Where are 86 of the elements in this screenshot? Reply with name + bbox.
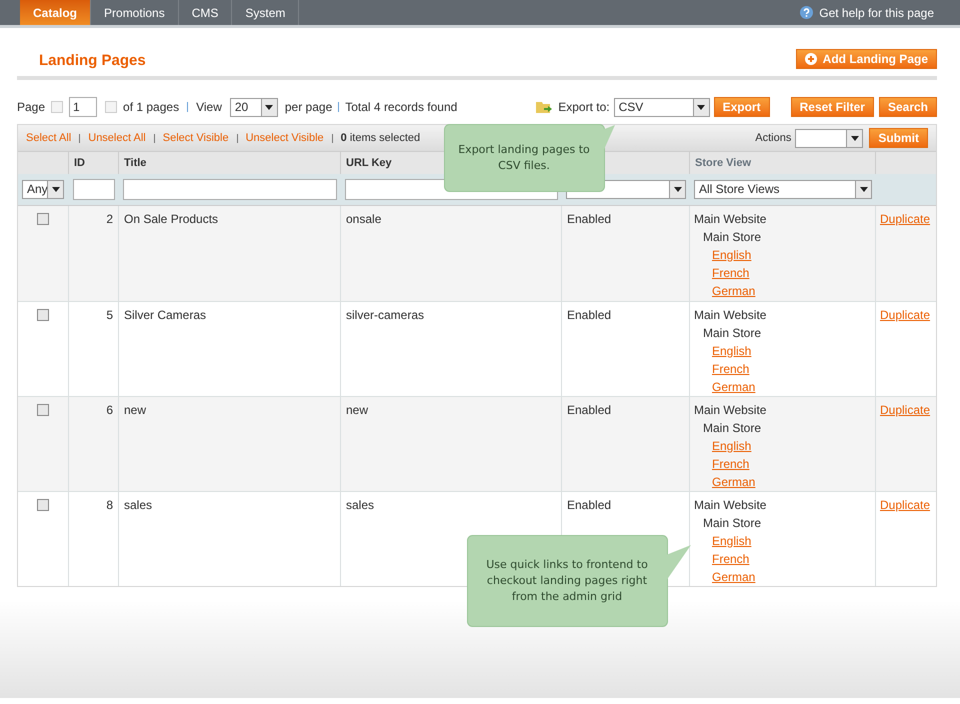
column-header[interactable]: URL Key [346, 154, 392, 172]
records-total: Total 4 records found [345, 99, 458, 116]
view-label: View [196, 99, 222, 116]
page-field[interactable]: 1 [69, 97, 98, 117]
website-name: Main Website [694, 211, 766, 228]
help-icon [800, 6, 814, 19]
id-cell: 8 [106, 498, 113, 512]
tooltip-text: Use quick links to frontend to checkout landing pages right from the admin grid [485, 557, 649, 605]
per-page-label: per page [284, 99, 332, 116]
duplicate-link[interactable]: Duplicate [880, 212, 930, 226]
store-name: Main Store [702, 229, 762, 246]
url-key-cell: new [346, 403, 368, 417]
nav-tab[interactable]: CMS [178, 0, 232, 25]
title-cell: sales [124, 498, 152, 512]
id-cell: 2 [106, 212, 113, 226]
store-view-link[interactable]: German [694, 568, 756, 586]
submit-button[interactable]: Submit [869, 128, 928, 148]
massaction-link[interactable]: Select Visible [162, 130, 229, 146]
store-view-link[interactable]: English [694, 342, 752, 360]
actions-label: Actions [755, 130, 792, 146]
row-checkbox[interactable] [37, 499, 49, 511]
status-cell: Enabled [567, 498, 612, 512]
tooltip-text: Export landing pages to CSV files. [457, 142, 591, 174]
checkbox-filter-select[interactable]: Any [22, 180, 64, 199]
export-button[interactable]: Export [714, 97, 770, 117]
store-view-link[interactable]: French [694, 550, 750, 568]
massaction-link[interactable]: Unselect Visible [246, 130, 324, 146]
row-checkbox[interactable] [37, 309, 49, 321]
website-name: Main Website [694, 402, 766, 419]
url-key-cell: silver-cameras [346, 308, 424, 322]
massaction-link[interactable]: Select All [26, 130, 72, 146]
selected-count: 0 items selected [340, 130, 420, 146]
title-filter-field[interactable] [123, 179, 337, 200]
help-link[interactable]: Get help for this page [819, 4, 934, 22]
previous-page-icon[interactable] [51, 101, 64, 113]
column-header[interactable]: ID [74, 154, 85, 172]
store-name: Main Store [702, 325, 762, 342]
id-cell: 5 [106, 308, 113, 322]
store-view-link[interactable]: English [694, 532, 752, 550]
column-header[interactable]: Title [124, 154, 146, 172]
massaction-link[interactable]: Unselect All [88, 130, 146, 146]
store-name: Main Store [702, 420, 762, 437]
store-name: Main Store [702, 515, 762, 532]
next-page-icon[interactable] [105, 101, 118, 113]
reset-filter-button[interactable]: Reset Filter [790, 97, 874, 117]
add-landing-page-button[interactable]: Add Landing Page [796, 49, 937, 69]
per-page-select[interactable]: 20 [230, 98, 278, 116]
status-cell: Enabled [567, 308, 612, 322]
id-filter-field[interactable] [73, 179, 115, 200]
plus-icon [804, 53, 817, 65]
page-title: Landing Pages [38, 50, 146, 70]
store-view-link[interactable]: English [694, 246, 752, 264]
store-view-filter-select[interactable]: All Store Views [694, 180, 872, 199]
website-name: Main Website [694, 497, 766, 514]
store-view-link[interactable]: German [694, 282, 756, 300]
status-cell: Enabled [567, 403, 612, 417]
store-view-link[interactable]: English [694, 437, 752, 455]
url-key-cell: onsale [346, 212, 382, 226]
column-header[interactable]: Store View [695, 154, 752, 172]
row-checkbox[interactable] [37, 404, 49, 416]
search-button[interactable]: Search [878, 97, 937, 117]
nav-tab[interactable]: System [232, 0, 300, 25]
store-view-link[interactable]: German [694, 378, 756, 396]
title-cell: On Sale Products [124, 212, 218, 226]
duplicate-link[interactable]: Duplicate [880, 498, 930, 512]
duplicate-link[interactable]: Duplicate [880, 403, 930, 417]
actions-select[interactable] [795, 128, 864, 148]
status-cell: Enabled [567, 212, 612, 226]
export-format-select[interactable]: CSV [614, 98, 710, 116]
export-label: Export to: [558, 99, 610, 116]
folder-icon [536, 100, 552, 114]
nav-tab[interactable]: Promotions [91, 0, 179, 25]
id-cell: 6 [106, 403, 113, 417]
duplicate-link[interactable]: Duplicate [880, 308, 930, 322]
store-view-link[interactable]: French [694, 455, 750, 473]
store-view-link[interactable]: German [694, 473, 756, 491]
row-checkbox[interactable] [37, 213, 49, 225]
page-label: Page [17, 99, 46, 116]
nav-tab[interactable]: Catalog [20, 0, 92, 25]
url-key-cell: sales [346, 498, 374, 512]
page-count: of 1 pages [123, 99, 180, 116]
title-cell: new [124, 403, 146, 417]
title-cell: Silver Cameras [124, 308, 206, 322]
store-view-link[interactable]: French [694, 360, 750, 378]
store-view-link[interactable]: French [694, 264, 750, 282]
website-name: Main Website [694, 307, 766, 324]
